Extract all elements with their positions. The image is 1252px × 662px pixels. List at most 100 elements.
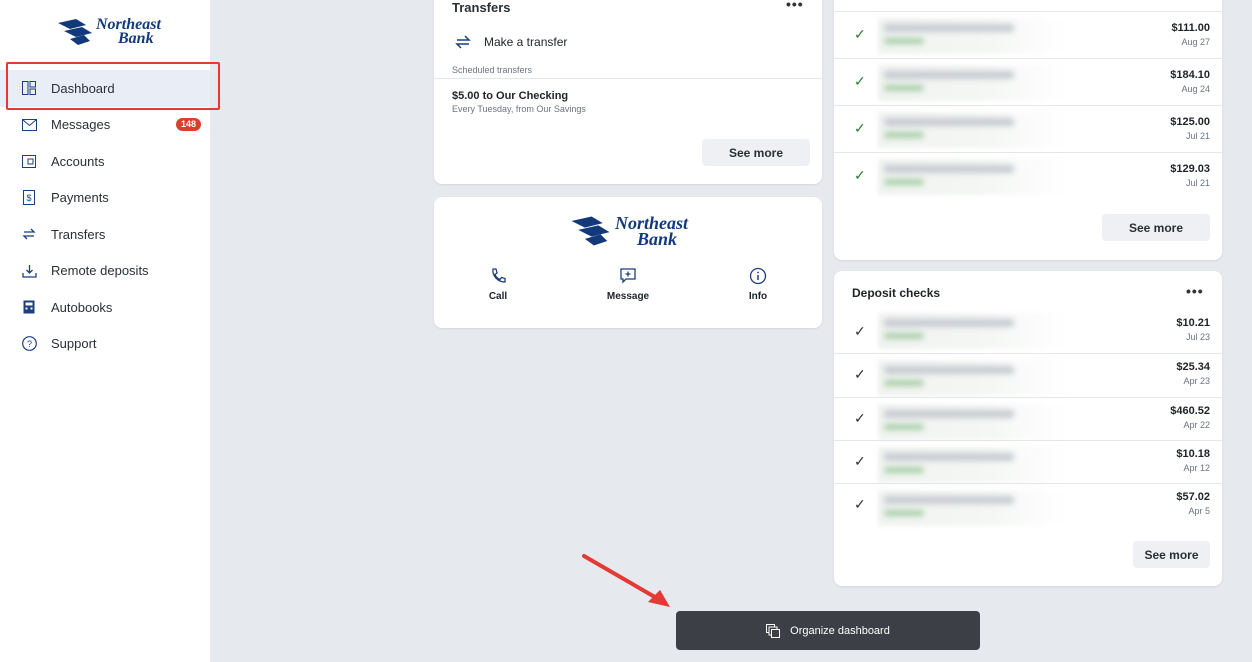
- transfers-card: Transfers ••• Make a transfer Scheduled …: [434, 0, 822, 184]
- list-item[interactable]: ✓ $57.02 Apr 5: [834, 484, 1222, 531]
- sidebar-nav: Dashboard Messages 148 Accounts $ Paymen…: [0, 70, 210, 362]
- recent-transactions-card: ✓ $111.00 Aug 27 ✓ $184.10 Aug 24 ✓ $125.0…: [834, 0, 1222, 260]
- message-button[interactable]: Message: [588, 267, 668, 302]
- calculator-icon: [20, 298, 38, 316]
- redacted-text: [884, 333, 924, 339]
- deposit-amount: $10.21 Jul 23: [1176, 317, 1210, 342]
- svg-text:?: ?: [26, 339, 31, 349]
- brand-logo: Northeast Bank: [568, 211, 688, 251]
- deposit-amount: $57.02 Apr 5: [1176, 491, 1210, 516]
- phone-icon: [492, 268, 506, 283]
- contact-actions: Call Message Info: [434, 267, 822, 307]
- checkmark-icon: ✓: [854, 167, 866, 183]
- list-item[interactable]: ✓ $125.00 Jul 21: [834, 106, 1222, 153]
- redacted-text: [884, 118, 1014, 126]
- brand-line2: Bank: [118, 30, 154, 47]
- call-label: Call: [488, 291, 508, 302]
- bank-contact-card: Northeast Bank Call Message Info: [434, 197, 822, 328]
- wallet-icon: [20, 152, 38, 170]
- deposit-menu-button[interactable]: •••: [1186, 283, 1204, 299]
- redacted-text: [884, 179, 924, 185]
- info-icon: [749, 267, 767, 285]
- sidebar-item-transfers[interactable]: Transfers: [0, 216, 210, 253]
- call-button[interactable]: Call: [458, 267, 538, 302]
- amount-value: $10.21: [1176, 317, 1210, 329]
- transaction-date: Aug 24: [1181, 84, 1210, 94]
- scheduled-transfer-title[interactable]: $5.00 to Our Checking: [452, 90, 568, 102]
- brand-logo[interactable]: Northeast Bank: [56, 12, 166, 52]
- list-item[interactable]: ✓ $111.00 Aug 27: [834, 12, 1222, 59]
- list-item[interactable]: ✓ $25.34 Apr 23: [834, 354, 1222, 401]
- list-item[interactable]: ✓ $460.52 Apr 22: [834, 398, 1222, 445]
- recent-see-more-button[interactable]: See more: [1102, 214, 1210, 241]
- redacted-text: [884, 165, 1014, 173]
- chat-icon: [620, 268, 636, 284]
- transaction-date: Jul 21: [1185, 178, 1210, 188]
- sidebar-item-accounts[interactable]: Accounts: [0, 143, 210, 180]
- sidebar-item-autobooks[interactable]: Autobooks: [0, 289, 210, 326]
- svg-text:$: $: [26, 193, 31, 203]
- sidebar-item-remote-deposits[interactable]: Remote deposits: [0, 253, 210, 290]
- sidebar-item-dashboard[interactable]: Dashboard: [0, 70, 210, 107]
- transaction-amount: $184.10 Aug 24: [1170, 69, 1210, 94]
- dashboard-icon: [20, 79, 38, 97]
- sidebar-item-support[interactable]: ? Support: [0, 326, 210, 363]
- redacted-text: [884, 453, 1014, 461]
- deposit-date: Jul 23: [1185, 332, 1210, 342]
- checkmark-icon: ✓: [854, 323, 866, 339]
- sidebar-item-label: Accounts: [51, 153, 105, 169]
- scheduled-transfers-label: Scheduled transfers: [452, 65, 533, 75]
- redacted-text: [884, 510, 924, 516]
- redacted-text: [884, 24, 1014, 32]
- dollar-document-icon: $: [20, 189, 38, 207]
- layers-icon: [766, 623, 781, 638]
- redacted-text: [884, 366, 1014, 374]
- sidebar-item-messages[interactable]: Messages 148: [0, 107, 210, 144]
- checkmark-icon: ✓: [854, 366, 866, 382]
- amount-value: $57.02: [1176, 491, 1210, 503]
- redacted-text: [884, 380, 924, 386]
- message-label: Message: [606, 291, 650, 302]
- deposit-amount: $25.34 Apr 23: [1176, 361, 1210, 386]
- redacted-text: [884, 410, 1014, 418]
- transfers-see-more-button[interactable]: See more: [702, 139, 810, 166]
- list-item[interactable]: ✓ $184.10 Aug 24: [834, 59, 1222, 106]
- transaction-amount: $125.00 Jul 21: [1170, 116, 1210, 141]
- redacted-text: [884, 85, 924, 91]
- transaction-date: Aug 27: [1181, 37, 1210, 47]
- deposit-amount: $10.18 Apr 12: [1176, 448, 1210, 473]
- checkmark-icon: ✓: [854, 26, 866, 42]
- sidebar-item-label: Support: [51, 336, 97, 352]
- organize-dashboard-button[interactable]: Organize dashboard: [676, 611, 980, 650]
- info-button[interactable]: Info: [718, 267, 798, 302]
- checkmark-icon: ✓: [854, 73, 866, 89]
- transfers-menu-button[interactable]: •••: [786, 0, 804, 12]
- list-item[interactable]: ✓ $129.03 Jul 21: [834, 153, 1222, 200]
- scheduled-transfer-subtitle: Every Tuesday, from Our Savings: [452, 104, 586, 114]
- sidebar-item-label: Remote deposits: [51, 263, 149, 279]
- amount-value: $10.18: [1176, 448, 1210, 460]
- northeast-bank-logo-icon: [58, 19, 92, 45]
- transfers-card-title: Transfers: [452, 0, 511, 15]
- annotation-arrow-icon: [582, 554, 670, 607]
- envelope-icon: [20, 116, 38, 134]
- transaction-date: Jul 21: [1185, 131, 1210, 141]
- amount-value: $184.10: [1170, 69, 1210, 81]
- transaction-amount: $111.00 Aug 27: [1171, 22, 1210, 47]
- redacted-text: [884, 319, 1014, 327]
- deposit-see-more-button[interactable]: See more: [1133, 541, 1210, 568]
- checkmark-icon: ✓: [854, 453, 866, 469]
- redacted-text: [884, 467, 924, 473]
- list-item[interactable]: ✓ $10.18 Apr 12: [834, 441, 1222, 488]
- list-item[interactable]: ✓ $10.21 Jul 23: [834, 307, 1222, 354]
- checkmark-icon: ✓: [854, 410, 866, 426]
- transfer-arrows-icon: [455, 35, 471, 49]
- northeast-bank-logo-icon: [571, 216, 610, 246]
- amount-value: $125.00: [1170, 116, 1210, 128]
- sidebar-item-label: Payments: [51, 190, 109, 206]
- make-transfer-button[interactable]: Make a transfer: [454, 33, 567, 51]
- deposit-checks-card: Deposit checks ••• ✓ $10.21 Jul 23 ✓ $25.…: [834, 271, 1222, 586]
- deposit-checks-title: Deposit checks: [852, 286, 941, 300]
- redacted-text: [884, 132, 924, 138]
- sidebar-item-payments[interactable]: $ Payments: [0, 180, 210, 217]
